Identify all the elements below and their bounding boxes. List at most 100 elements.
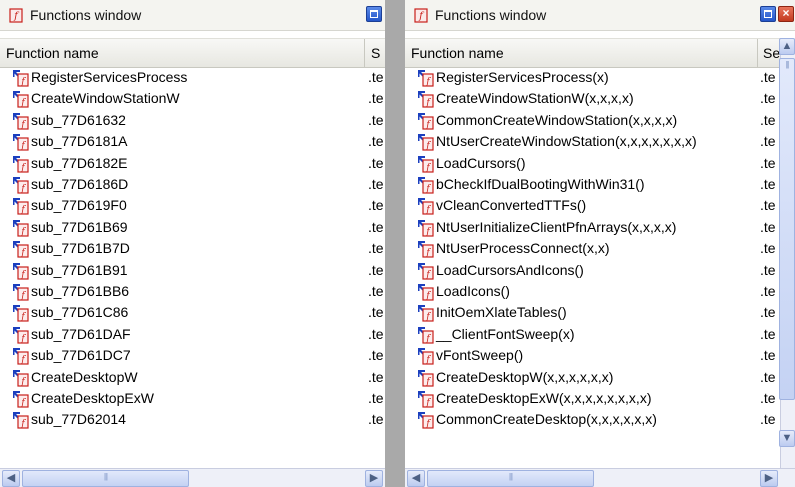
column-function-name[interactable]: Function name <box>6 45 99 61</box>
function-name: NtUserInitializeClientPfnArrays(x,x,x,x) <box>436 218 677 235</box>
function-icon: f <box>12 240 30 261</box>
function-name: sub_77D619F0 <box>31 197 127 214</box>
list-item[interactable]: f CreateWindowStationW .te <box>0 88 385 109</box>
list-item[interactable]: f CreateDesktopExW .te <box>0 388 385 409</box>
list-item[interactable]: f sub_77D61DC7 .te <box>0 345 385 366</box>
function-icon: f <box>12 411 30 432</box>
horizontal-scrollbar[interactable]: ◀ ▶ <box>0 468 385 487</box>
column-segment[interactable]: Se <box>763 45 780 61</box>
list-item[interactable]: f LoadCursorsAndIcons() .te <box>405 260 795 281</box>
function-icon: f <box>417 347 435 368</box>
function-name: CommonCreateDesktop(x,x,x,x,x,x) <box>436 411 657 428</box>
list-item[interactable]: f InitOemXlateTables() .te <box>405 302 795 323</box>
function-name: sub_77D61BB6 <box>31 283 130 299</box>
arrow-right-icon[interactable]: ▶ <box>760 470 778 487</box>
function-icon: f <box>417 262 435 283</box>
arrow-right-icon[interactable]: ▶ <box>365 470 383 487</box>
function-segment: .te <box>760 111 776 128</box>
list-item[interactable]: f CommonCreateWindowStation(x,x,x,x) .te <box>405 110 795 131</box>
function-name: CreateWindowStationW(x,x,x,x) <box>436 90 634 107</box>
function-name: sub_77D61B7D <box>31 240 130 257</box>
function-name: InitOemXlateTables() <box>436 304 567 321</box>
function-icon: f <box>12 219 30 240</box>
list-item[interactable]: f LoadCursors() .te <box>405 153 795 174</box>
list-item[interactable]: f CreateDesktopExW(x,x,x,x,x,x,x,x) .te <box>405 388 795 409</box>
column-function-name[interactable]: Function name <box>411 45 504 61</box>
function-segment: .te <box>760 69 776 85</box>
column-separator[interactable] <box>757 39 758 67</box>
arrow-down-icon[interactable]: ▼ <box>779 430 795 447</box>
list-item[interactable]: f CreateDesktopW(x,x,x,x,x,x) .te <box>405 367 795 388</box>
function-name: sub_77D61B69 <box>31 218 128 235</box>
function-icon: f <box>417 112 435 133</box>
function-name: __ClientFontSweep(x) <box>436 325 575 342</box>
column-separator[interactable] <box>364 39 365 67</box>
function-icon: f <box>12 69 30 90</box>
list-item[interactable]: f sub_77D61BB6 .te <box>0 281 385 302</box>
function-icon: f <box>12 369 30 390</box>
scroll-thumb[interactable] <box>427 470 594 487</box>
list-item[interactable]: f CommonCreateDesktop(x,x,x,x,x,x) .te <box>405 409 795 430</box>
list-item[interactable]: f LoadIcons() .te <box>405 281 795 302</box>
function-name: CreateDesktopExW <box>31 390 154 406</box>
list-item[interactable]: f __ClientFontSweep(x) .te <box>405 324 795 345</box>
function-icon: f <box>12 155 30 176</box>
horizontal-scrollbar[interactable]: ◀ ▶ <box>405 468 795 487</box>
restore-button[interactable] <box>760 6 776 22</box>
function-icon: f <box>12 112 30 133</box>
list-item[interactable]: f sub_77D61B7D .te <box>0 238 385 259</box>
function-segment: .te <box>760 325 776 342</box>
scroll-thumb[interactable] <box>22 470 189 487</box>
function-icon: f <box>12 262 30 283</box>
function-name: sub_77D6181A <box>31 133 128 150</box>
list-item[interactable]: f vFontSweep() .te <box>405 345 795 366</box>
function-icon: f <box>417 326 435 347</box>
column-segment[interactable]: S <box>371 45 380 61</box>
function-icon: f <box>417 369 435 390</box>
arrow-left-icon[interactable]: ◀ <box>407 470 425 487</box>
list-item[interactable]: f sub_77D61C86 .te <box>0 302 385 323</box>
function-window-icon: f <box>8 7 24 26</box>
function-segment: .te <box>760 154 776 171</box>
list-item[interactable]: f sub_77D6186D .te <box>0 174 385 195</box>
list-item[interactable]: f sub_77D61DAF .te <box>0 324 385 345</box>
function-name: CreateDesktopExW(x,x,x,x,x,x,x,x) <box>436 390 652 406</box>
list-item[interactable]: f sub_77D61B69 .te <box>0 217 385 238</box>
function-segment: .te <box>760 176 776 192</box>
list-item[interactable]: f CreateWindowStationW(x,x,x,x) .te <box>405 88 795 109</box>
title-bar[interactable]: f Functions window × <box>405 0 795 31</box>
list-item[interactable]: f sub_77D61632 .te <box>0 110 385 131</box>
function-segment: .te <box>368 218 384 235</box>
list-item[interactable]: f RegisterServicesProcess(x) .te <box>405 67 795 88</box>
function-name: CreateDesktopW <box>31 368 138 385</box>
list-item[interactable]: f sub_77D6181A .te <box>0 131 385 152</box>
list-item[interactable]: f CreateDesktopW .te <box>0 367 385 388</box>
function-icon: f <box>417 155 435 176</box>
list-item[interactable]: f vCleanConvertedTTFs() .te <box>405 195 795 216</box>
list-item[interactable]: f sub_77D62014 .te <box>0 409 385 430</box>
close-icon[interactable]: × <box>778 6 794 22</box>
function-name: sub_77D61DAF <box>31 325 131 342</box>
function-segment: .te <box>368 283 384 299</box>
scroll-thumb-vertical[interactable] <box>779 58 795 400</box>
list-item[interactable]: f sub_77D619F0 .te <box>0 195 385 216</box>
list-item[interactable]: f bCheckIfDualBootingWithWin31() .te <box>405 174 795 195</box>
list-item[interactable]: f NtUserProcessConnect(x,x) .te <box>405 238 795 259</box>
function-icon: f <box>417 133 435 154</box>
function-window-icon: f <box>413 7 429 26</box>
list-item[interactable]: f NtUserCreateWindowStation(x,x,x,x,x,x,x… <box>405 131 795 152</box>
arrow-left-icon[interactable]: ◀ <box>2 470 20 487</box>
restore-button[interactable] <box>366 6 382 22</box>
function-icon: f <box>417 240 435 261</box>
list-item[interactable]: f sub_77D61B91 .te <box>0 260 385 281</box>
list-item[interactable]: f NtUserInitializeClientPfnArrays(x,x,x,x… <box>405 217 795 238</box>
function-name: sub_77D6186D <box>31 176 129 192</box>
list-item[interactable]: f sub_77D6182E .te <box>0 153 385 174</box>
arrow-up-icon[interactable]: ▲ <box>779 38 795 55</box>
list-item[interactable]: f RegisterServicesProcess .te <box>0 67 385 88</box>
function-icon: f <box>417 176 435 197</box>
function-segment: .te <box>760 197 776 214</box>
function-segment: .te <box>368 347 384 364</box>
title-bar[interactable]: f Functions window <box>0 0 385 31</box>
vertical-scrollbar[interactable]: ▲ ▼ <box>779 38 795 469</box>
